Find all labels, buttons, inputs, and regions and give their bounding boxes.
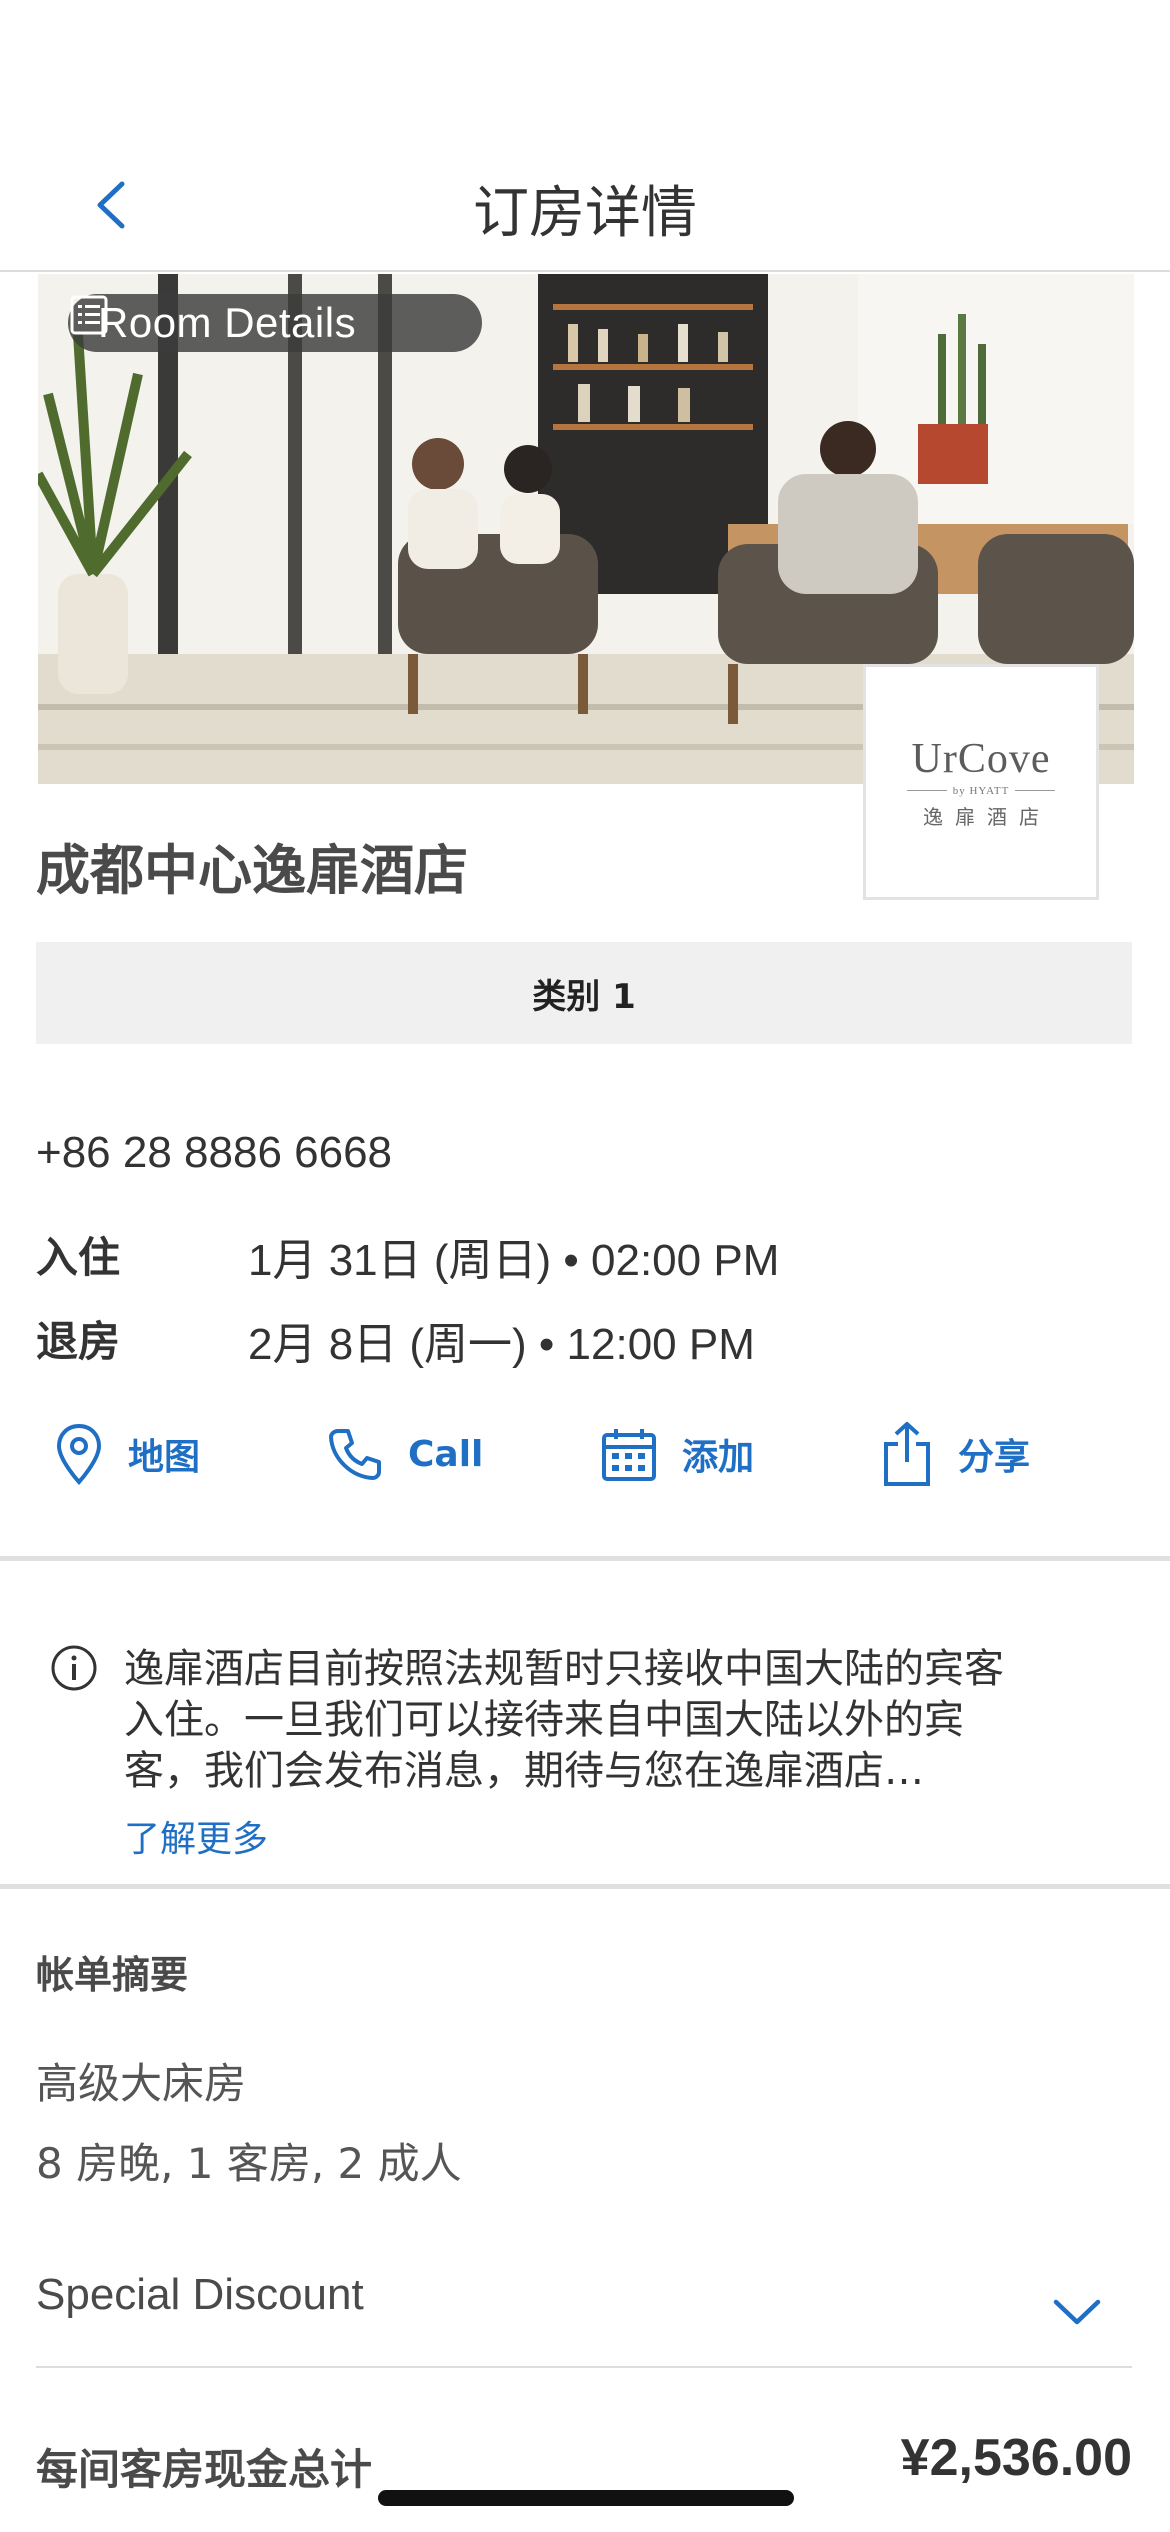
add-label: 添加 xyxy=(682,1437,755,1478)
section-divider xyxy=(0,1884,1170,1889)
learn-more-link[interactable]: 了解更多 xyxy=(124,1810,268,1862)
logo-brand: UrCove xyxy=(911,735,1051,782)
notice-box: 逸扉酒店目前按照法规暂时只接收中国大陆的宾客入住。一旦我们可以接待来自中国大陆以… xyxy=(0,1560,1170,1885)
divider xyxy=(36,2366,1132,2368)
add-calendar-button[interactable]: 添加 xyxy=(600,1410,754,1498)
chevron-down-icon[interactable] xyxy=(1050,2292,1104,2332)
category-banner: 类别 1 xyxy=(36,942,1132,1044)
call-button[interactable]: Call xyxy=(326,1410,483,1498)
info-icon xyxy=(51,1645,97,1691)
checkin-value: 1月 31日 (周日) • 02:00 PM xyxy=(248,1236,780,1285)
action-row: 地图 Call 添加 分享 xyxy=(0,1410,1170,1498)
nav-bar: 订房详情 xyxy=(0,0,1170,272)
checkout-row: 退房 2月 8日 (周一) • 12:00 PM xyxy=(36,1308,755,1372)
share-icon xyxy=(884,1422,930,1486)
hotel-name: 成都中心逸扉酒店 xyxy=(36,839,468,902)
call-label: Call xyxy=(408,1433,484,1475)
share-label: 分享 xyxy=(958,1437,1031,1478)
notice-text: 逸扉酒店目前按照法规暂时只接收中国大陆的宾客入住。一旦我们可以接待来自中国大陆以… xyxy=(124,1646,1004,1794)
home-indicator[interactable] xyxy=(378,2490,794,2506)
special-discount-label[interactable]: Special Discount xyxy=(36,2270,364,2320)
stay-info: 8 房晚, 1 客房, 2 成人 xyxy=(36,2139,462,2188)
hotel-logo: UrCove by HYATT 逸扉酒店 xyxy=(863,664,1099,900)
room-details-label: Room Details xyxy=(98,299,357,346)
logo-sub: by HYATT xyxy=(901,785,1062,797)
logo-cn: 逸扉酒店 xyxy=(923,804,1051,829)
phone-icon xyxy=(329,1429,381,1480)
map-pin-icon xyxy=(56,1423,102,1485)
checkout-label: 退房 xyxy=(36,1317,121,1366)
checkout-value: 2月 8日 (周一) • 12:00 PM xyxy=(248,1320,755,1369)
share-button[interactable]: 分享 xyxy=(880,1410,1030,1498)
list-icon xyxy=(70,295,108,335)
bill-summary-title: 帐单摘要 xyxy=(36,1953,189,1997)
total-label: 每间客房现金总计 xyxy=(36,2445,373,2494)
map-button[interactable]: 地图 xyxy=(54,1410,200,1498)
calendar-icon xyxy=(602,1429,656,1481)
room-details-button[interactable]: Room Details xyxy=(68,294,482,352)
checkin-label: 入住 xyxy=(36,1233,121,1282)
map-label: 地图 xyxy=(128,1437,201,1478)
room-type: 高级大床房 xyxy=(36,2059,247,2108)
checkin-row: 入住 1月 31日 (周日) • 02:00 PM xyxy=(36,1224,779,1288)
total-value: ¥2,536.00 xyxy=(900,2429,1132,2487)
page-title: 订房详情 xyxy=(473,181,697,246)
hotel-phone[interactable]: +86 28 8886 6668 xyxy=(36,1128,392,1178)
